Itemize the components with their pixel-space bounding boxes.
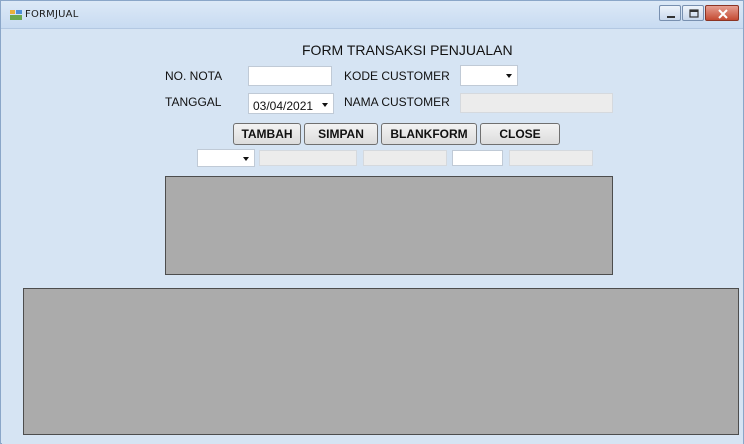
item-qty-input[interactable] [452, 150, 503, 166]
chevron-down-icon [322, 103, 328, 107]
form-title: FORM TRANSAKSI PENJUALAN [302, 42, 513, 58]
kode-customer-label: KODE CUSTOMER [344, 69, 450, 83]
minimize-icon [667, 16, 675, 18]
item-price-field[interactable] [363, 150, 447, 166]
tanggal-value: 03/04/2021 [253, 99, 314, 113]
tanggal-label: TANGGAL [165, 95, 222, 109]
maximize-button[interactable] [682, 5, 704, 21]
close-window-button[interactable] [705, 5, 739, 21]
close-button[interactable]: CLOSE [480, 123, 560, 145]
no-nota-label: NO. NOTA [165, 69, 223, 83]
minimize-button[interactable] [659, 5, 681, 21]
blankform-button[interactable]: BLANKFORM [381, 123, 477, 145]
item-name-field[interactable] [259, 150, 357, 166]
maximize-icon [689, 9, 699, 18]
nama-customer-field[interactable] [460, 93, 613, 113]
kode-customer-dropdown[interactable] [460, 65, 518, 86]
detail-grid[interactable] [165, 176, 613, 275]
form-icon [10, 10, 22, 20]
no-nota-input[interactable] [248, 66, 332, 86]
form-window: FORMJUAL FORM TRANSAKSI PENJUALAN NO. NO… [0, 0, 744, 444]
window-title: FORMJUAL [25, 9, 79, 20]
tambah-button[interactable]: TAMBAH [233, 123, 301, 145]
form-client-area: FORM TRANSAKSI PENJUALAN NO. NOTA KODE C… [2, 30, 743, 444]
item-subtotal-field[interactable] [509, 150, 593, 166]
transaction-grid[interactable] [23, 288, 739, 435]
close-icon [718, 9, 728, 19]
window-controls [658, 5, 739, 23]
chevron-down-icon [506, 74, 512, 78]
title-bar[interactable]: FORMJUAL [1, 1, 743, 29]
tanggal-datepicker[interactable]: 03/04/2021 [248, 93, 334, 114]
item-dropdown[interactable] [197, 149, 255, 167]
simpan-button[interactable]: SIMPAN [304, 123, 378, 145]
chevron-down-icon [243, 157, 249, 161]
nama-customer-label: NAMA CUSTOMER [344, 95, 450, 109]
